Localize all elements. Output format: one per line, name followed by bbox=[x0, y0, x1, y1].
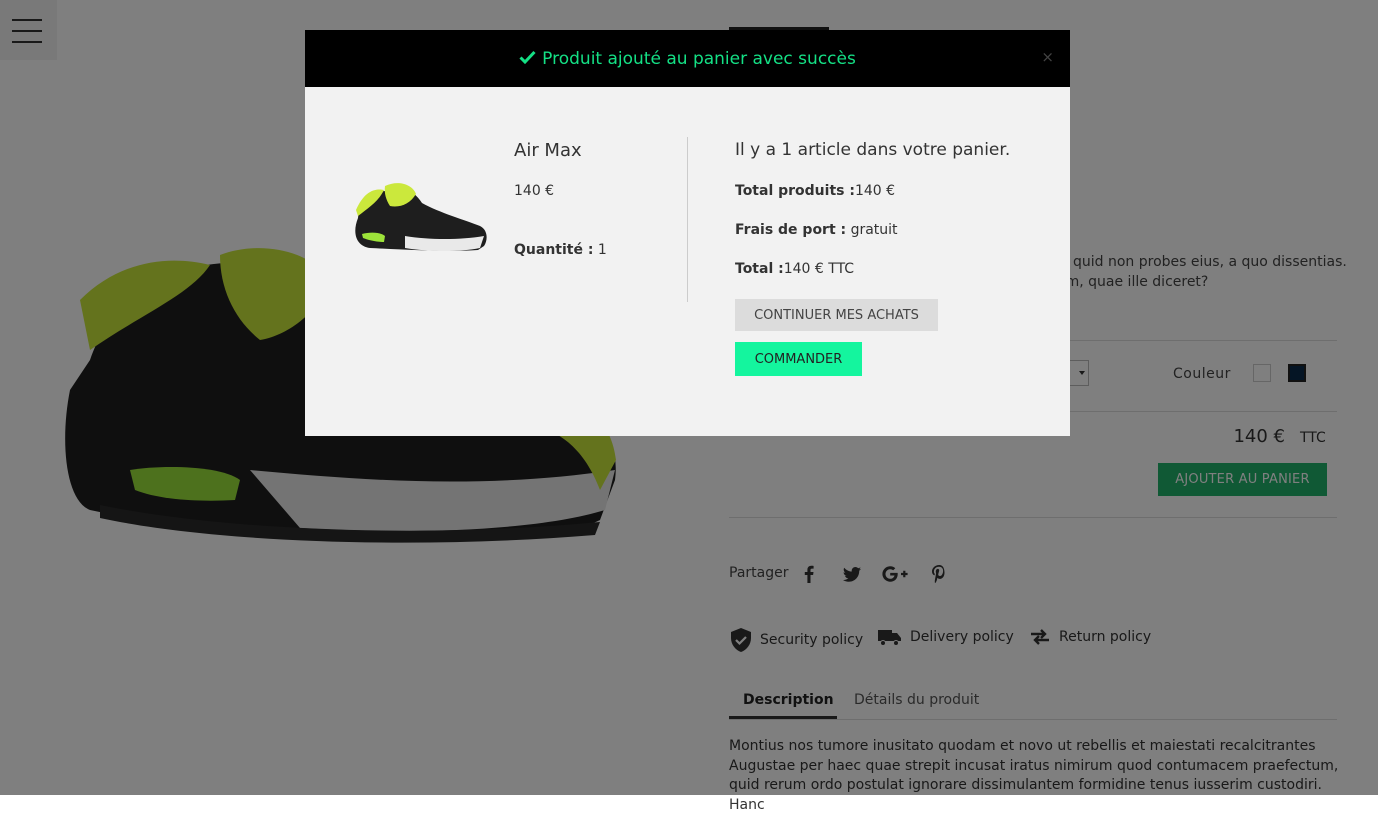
modal-product-name: Air Max bbox=[514, 140, 582, 161]
cart-modal: Produit ajouté au panier avec succès × A… bbox=[305, 30, 1070, 436]
modal-product-image bbox=[355, 183, 487, 251]
check-icon bbox=[519, 49, 536, 69]
close-icon[interactable]: × bbox=[1041, 48, 1054, 66]
total-value: 140 € TTC bbox=[783, 261, 855, 277]
quantity-value: 1 bbox=[597, 242, 607, 258]
total-products-value: 140 € bbox=[854, 183, 896, 199]
modal-product-price: 140 € bbox=[514, 183, 555, 199]
continue-shopping-button[interactable]: CONTINUER MES ACHATS bbox=[735, 299, 938, 331]
total-products-label: Total produits : bbox=[735, 183, 855, 199]
shipping-value: gratuit bbox=[850, 222, 898, 238]
shipping-row: Frais de port : gratuit bbox=[735, 222, 898, 238]
cart-count-text: Il y a 1 article dans votre panier. bbox=[735, 140, 1011, 160]
total-row: Total :140 € TTC bbox=[735, 261, 854, 277]
quantity-label: Quantité : bbox=[514, 242, 594, 258]
total-label: Total : bbox=[735, 261, 784, 277]
modal-title: Produit ajouté au panier avec succès bbox=[542, 48, 856, 69]
modal-divider bbox=[687, 137, 688, 302]
total-products-row: Total produits :140 € bbox=[735, 183, 895, 199]
modal-quantity: Quantité : 1 bbox=[514, 242, 607, 258]
modal-header: Produit ajouté au panier avec succès × bbox=[305, 30, 1070, 87]
order-button[interactable]: COMMANDER bbox=[735, 342, 862, 376]
shipping-label: Frais de port : bbox=[735, 222, 847, 238]
